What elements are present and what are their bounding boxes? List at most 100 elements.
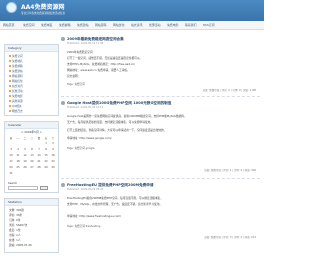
post-divider: [61, 96, 260, 97]
nav-item-promo[interactable]: 优惠活动: [149, 23, 161, 27]
search-input[interactable]: [8, 186, 38, 190]
calendar-month[interactable]: < 2009年5月 >: [5, 130, 58, 134]
stat-item: 访客: 1人: [9, 233, 21, 237]
post-text: 打开了一些空间，感觉还不错，无论是速度还是稳定性都可以。: [67, 56, 143, 60]
folder-icon: [9, 89, 11, 92]
stat-item: 评论: 36条: [9, 213, 23, 217]
calendar-box: Calendar < 2009年5月 > 日一二三四五六 1 2 3 4 5 6 7 8 9 10 1…: [4, 121, 59, 193]
calendar-day[interactable]: 7: [36, 148, 42, 151]
nav-item-hosting[interactable]: 免费空间: [23, 23, 35, 27]
nav-item-mail[interactable]: 免费邮箱: [59, 23, 71, 27]
nav-item-news[interactable]: 站长资讯: [131, 23, 143, 27]
category-item[interactable]: 免费电影: [9, 94, 23, 98]
post-tags[interactable]: Tags: 免费空间 freehosting: [67, 224, 100, 228]
calendar-weekday: 一: [16, 137, 20, 140]
post-article: 2009年最新免费稳定网游空间合集 Published: 2009-05-31 …: [61, 37, 260, 99]
calendar-day[interactable]: 26: [22, 166, 28, 169]
folder-icon: [9, 64, 11, 67]
category-item[interactable]: 网站源码: [9, 74, 23, 78]
stat-item: 建站: 2008-07-26: [9, 243, 32, 247]
post-tags[interactable]: Tags: 免费空间 google: [67, 146, 94, 150]
post-text: 官方说明：: [67, 74, 81, 78]
calendar-day[interactable]: 19: [22, 160, 28, 163]
post-tags[interactable]: Tags: 免费空间: [67, 82, 85, 86]
calendar-day[interactable]: 22: [43, 160, 49, 163]
calendar-day[interactable]: 12: [22, 154, 28, 157]
calendar-day[interactable]: 10: [8, 154, 14, 157]
nav-item-site[interactable]: 免费建站: [77, 23, 89, 27]
calendar-day[interactable]: 9: [50, 148, 56, 151]
post-icon: [61, 101, 65, 105]
nav-item-home[interactable]: 网站首页: [3, 23, 15, 27]
calendar-day[interactable]: 2: [50, 142, 56, 145]
calendar-day[interactable]: 6: [29, 148, 35, 151]
folder-icon: [9, 59, 11, 62]
calendar-day[interactable]: 3: [8, 148, 14, 151]
calendar-weekday: 四: [37, 137, 41, 140]
category-item[interactable]: QQ相关: [9, 104, 22, 108]
post-text: FreeHostingEU提供200MB免费PHP空间，每月流量不限，可以绑定顶…: [67, 196, 164, 200]
nav-item-contact[interactable]: 联系我们: [185, 23, 197, 27]
site-logo[interactable]: [6, 2, 17, 13]
folder-icon: [9, 109, 11, 112]
calendar-day[interactable]: 5: [22, 148, 28, 151]
calendar-day[interactable]: 20: [29, 160, 35, 163]
category-item[interactable]: 免费空间: [9, 54, 23, 58]
post-meta: 分类: 免费空间 | 评论: 0 | 引用: 0 | 浏览: 1198: [202, 89, 256, 92]
post-text: 支持PHP+MySQL，免费域名绑定：http://free.aa4.cn/: [67, 62, 135, 66]
search-button[interactable]: [40, 186, 48, 190]
nav-item-seo[interactable]: 网站优化: [113, 23, 125, 27]
post-text[interactable]: 申请地址: http://www.google.com/: [67, 136, 112, 140]
calendar-weekday: 二: [23, 137, 27, 140]
category-item[interactable]: 免费邮箱: [9, 64, 23, 68]
nav-item-movie[interactable]: 免费电影: [167, 23, 179, 27]
post-text: 2009年免费稳定空间: [67, 50, 93, 54]
calendar-day[interactable]: 17: [8, 160, 14, 163]
folder-icon: [9, 104, 11, 107]
nav-item-domain[interactable]: 免费域名: [41, 23, 53, 27]
folder-icon: [9, 94, 11, 97]
calendar-day[interactable]: 16: [50, 154, 56, 157]
post-date: Published: 2009-05-31 11:38: [67, 42, 104, 45]
calendar-day[interactable]: 14: [36, 154, 42, 157]
calendar-day[interactable]: 29: [43, 166, 49, 169]
post-text: Google Host是国外一家免费网站空间提供商，提供1000MB磁盘空间，支…: [67, 114, 187, 118]
category-item[interactable]: 其他资源: [9, 99, 23, 103]
calendar-day[interactable]: 11: [15, 154, 21, 157]
calendar-day[interactable]: 28: [36, 166, 42, 169]
calendar-day[interactable]: 27: [29, 166, 35, 169]
stat-item: 会员: 1位: [9, 228, 21, 232]
calendar-day[interactable]: 1: [43, 142, 49, 145]
calendar-day[interactable]: 31: [8, 172, 14, 175]
calendar-day[interactable]: 15: [43, 154, 49, 157]
post-article: FreeHostingEU 提供免费PHP空间200M免费申请 Publishe…: [61, 183, 260, 255]
site-title[interactable]: AA4免费资源网: [21, 2, 64, 11]
post-text: 打开上面的链接，查看空间详情，大家可以申请试用一下，空间速度还是比较快的。: [67, 128, 167, 132]
calendar-day[interactable]: 25: [15, 166, 21, 169]
post-text[interactable]: 申请地址: http://www.freehostingeu.com/: [67, 214, 121, 218]
calendar-weekday: 六: [51, 137, 55, 140]
category-item[interactable]: 优惠活动: [9, 89, 23, 93]
site-header: AA4免费资源网 专业分享各类免费资源和优惠活动信息: [0, 0, 264, 21]
nav-item-source[interactable]: 网站源码: [95, 23, 107, 27]
statistics-box: Statistics 文章: 302篇 评论: 36条 引用: 0条 浏览: 5…: [4, 198, 59, 253]
calendar-day[interactable]: 4: [15, 148, 21, 151]
post-meta: 分类: 免费空间 | 评论: 1 | 引用: 0 | 浏览: 946: [204, 169, 256, 172]
folder-icon: [9, 79, 11, 82]
calendar-day[interactable]: 18: [15, 160, 21, 163]
calendar-day[interactable]: 13: [29, 154, 35, 157]
category-item[interactable]: 网络日志: [9, 109, 23, 113]
category-item[interactable]: 免费建站: [9, 69, 23, 73]
category-item[interactable]: 站长资讯: [9, 84, 23, 88]
calendar-day[interactable]: 24: [8, 166, 14, 169]
category-item[interactable]: 免费域名: [9, 59, 23, 63]
calendar-day[interactable]: 21: [36, 160, 42, 163]
folder-icon: [9, 99, 11, 102]
stat-item: 在线: 1人: [9, 238, 21, 242]
folder-icon: [9, 84, 11, 87]
nav-item-rss[interactable]: RSS订阅: [203, 23, 214, 27]
category-item[interactable]: 网站优化: [9, 79, 23, 83]
calendar-day[interactable]: 23: [50, 160, 56, 163]
calendar-day[interactable]: 8: [43, 148, 49, 151]
calendar-day[interactable]: 30: [50, 166, 56, 169]
